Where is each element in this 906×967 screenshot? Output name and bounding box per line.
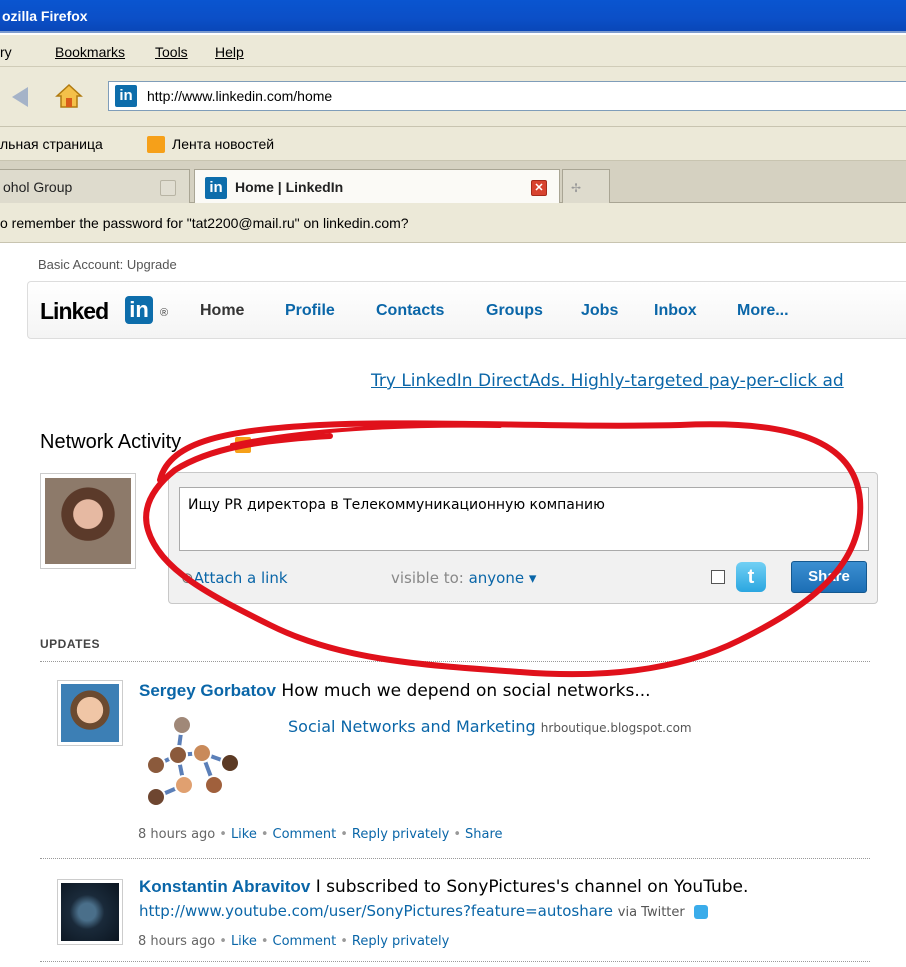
update-link[interactable]: http://www.youtube.com/user/SonyPictures… bbox=[139, 902, 708, 920]
logo-text: Linked bbox=[40, 298, 109, 324]
nav-jobs[interactable]: Jobs bbox=[581, 302, 618, 320]
rss-icon[interactable] bbox=[235, 437, 251, 453]
tab-label: Home | LinkedIn bbox=[235, 179, 344, 195]
twitter-icon[interactable]: t bbox=[736, 562, 766, 592]
url-bar[interactable]: in http://www.linkedin.com/home bbox=[108, 81, 906, 111]
network-activity-title: Network Activity bbox=[40, 431, 182, 453]
updates-header: UPDATES bbox=[40, 637, 100, 651]
tab-label: ohol Group bbox=[3, 179, 73, 195]
linkedin-header: Linked in ® Home Profile Contacts Groups… bbox=[27, 281, 906, 339]
password-prompt-bar: o remember the password for "tat2200@mai… bbox=[0, 203, 906, 243]
like-link[interactable]: Like bbox=[231, 827, 257, 842]
linkedin-favicon-icon: in bbox=[205, 177, 227, 199]
divider bbox=[40, 858, 870, 859]
share-link[interactable]: Share bbox=[465, 827, 503, 842]
twitter-icon bbox=[693, 904, 708, 919]
divider bbox=[40, 661, 870, 662]
directads-link[interactable]: Try LinkedIn DirectAds. Highly-targeted … bbox=[371, 371, 844, 391]
avatar[interactable] bbox=[57, 879, 123, 945]
reply-privately-link[interactable]: Reply privately bbox=[352, 827, 449, 842]
bookmark-start-page[interactable]: льная страница bbox=[0, 136, 103, 152]
logo-in-icon: in bbox=[125, 296, 153, 324]
navigation-toolbar: in http://www.linkedin.com/home bbox=[0, 67, 906, 127]
shared-link[interactable]: Social Networks and Marketing hrboutique… bbox=[288, 717, 692, 736]
tab-bar: ohol Group in Home | LinkedIn ✕ ✢ bbox=[0, 161, 906, 203]
nav-groups[interactable]: Groups bbox=[486, 302, 543, 320]
rss-icon bbox=[147, 136, 165, 153]
menu-bar: ry Bookmarks Tools Help bbox=[0, 35, 906, 67]
comment-link[interactable]: Comment bbox=[273, 827, 337, 842]
update-author[interactable]: Sergey Gorbatov bbox=[139, 681, 276, 700]
like-link[interactable]: Like bbox=[231, 934, 257, 949]
account-upgrade-link[interactable]: Basic Account: Upgrade bbox=[38, 257, 177, 272]
reply-privately-link[interactable]: Reply privately bbox=[352, 934, 449, 949]
menu-bookmarks[interactable]: Bookmarks bbox=[55, 44, 125, 60]
link-icon: ⊘ bbox=[181, 569, 194, 587]
linkedin-page: Basic Account: Upgrade Linked in ® Home … bbox=[0, 243, 906, 967]
bookmark-news-feed[interactable]: Лента новостей bbox=[172, 136, 274, 152]
social-network-thumbnail[interactable] bbox=[140, 711, 250, 811]
menu-history[interactable]: ry bbox=[0, 44, 12, 60]
tab-alcohol-group[interactable]: ohol Group bbox=[0, 169, 190, 203]
update-author[interactable]: Konstantin Abravitov bbox=[139, 877, 310, 896]
home-icon[interactable] bbox=[55, 83, 83, 109]
avatar[interactable] bbox=[57, 680, 123, 746]
tab-close-icon[interactable] bbox=[160, 180, 176, 196]
url-text: http://www.linkedin.com/home bbox=[147, 88, 333, 104]
menu-tools[interactable]: Tools bbox=[155, 44, 188, 60]
update-meta: 8 hours ago • Like • Comment • Reply privately bbox=[138, 934, 450, 949]
update-text: Konstantin Abravitov I subscribed to Son… bbox=[139, 877, 749, 897]
visibility-selector[interactable]: visible to: anyone ▾ bbox=[391, 569, 536, 587]
back-arrow-icon[interactable] bbox=[12, 87, 28, 107]
divider bbox=[40, 961, 870, 962]
update-meta: 8 hours ago • Like • Comment • Reply privately… bbox=[138, 827, 503, 842]
comment-link[interactable]: Comment bbox=[273, 934, 337, 949]
nav-profile[interactable]: Profile bbox=[285, 302, 335, 320]
nav-more[interactable]: More... bbox=[737, 302, 789, 320]
nav-inbox[interactable]: Inbox bbox=[654, 302, 697, 320]
linkedin-favicon-icon: in bbox=[115, 85, 137, 107]
logo-registered: ® bbox=[160, 307, 169, 319]
nav-contacts[interactable]: Contacts bbox=[376, 302, 444, 320]
tab-close-icon[interactable]: ✕ bbox=[531, 180, 547, 196]
new-tab-icon[interactable]: ✢ bbox=[562, 169, 610, 203]
checkbox-icon[interactable] bbox=[711, 570, 725, 584]
share-button[interactable]: Share bbox=[791, 561, 867, 593]
nav-home[interactable]: Home bbox=[200, 302, 244, 320]
update-text: Sergey Gorbatov How much we depend on so… bbox=[139, 681, 651, 701]
share-box: Ищу PR директора в Телекоммуникационную … bbox=[168, 472, 878, 604]
tab-home-linkedin[interactable]: in Home | LinkedIn ✕ bbox=[194, 169, 560, 203]
share-input[interactable]: Ищу PR директора в Телекоммуникационную … bbox=[179, 487, 869, 551]
avatar[interactable] bbox=[40, 473, 136, 569]
bookmarks-toolbar: льная страница Лента новостей bbox=[0, 127, 906, 161]
window-title: ozilla Firefox bbox=[0, 0, 906, 33]
attach-link-button[interactable]: ⊘Attach a link bbox=[181, 569, 288, 587]
visibility-value: anyone ▾ bbox=[468, 569, 537, 587]
menu-help[interactable]: Help bbox=[215, 44, 244, 60]
